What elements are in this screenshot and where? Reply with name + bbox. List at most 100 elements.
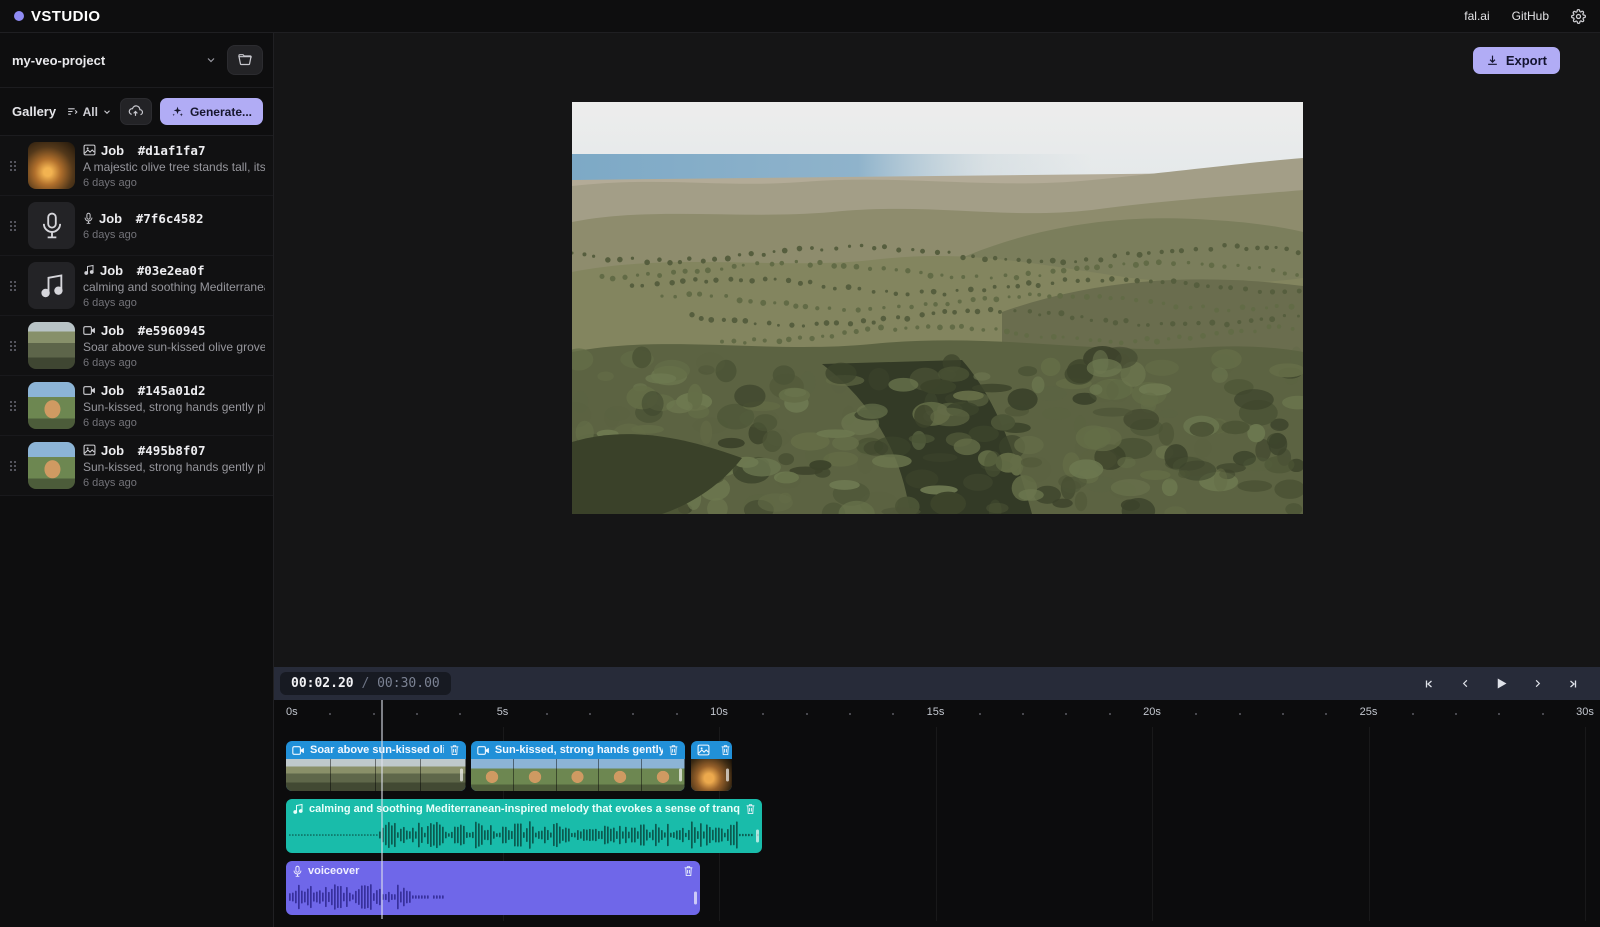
job-id: #d1af1fa7 <box>138 143 206 158</box>
ruler-tick <box>1022 713 1024 715</box>
download-icon <box>1486 54 1499 67</box>
time-display: 00:02.20 / 00:30.00 <box>280 672 451 695</box>
play-button[interactable] <box>1488 673 1514 695</box>
link-fal-ai[interactable]: fal.ai <box>1464 9 1489 23</box>
job-id: #145a01d2 <box>138 383 206 398</box>
filter-icon <box>66 105 79 118</box>
image-icon <box>697 744 710 756</box>
ruler-label: 15s <box>927 706 945 718</box>
ruler-tick <box>373 713 375 715</box>
clip-resize-handle[interactable] <box>460 769 463 782</box>
settings-gear-icon[interactable] <box>1571 9 1586 24</box>
project-selector[interactable]: my-veo-project <box>12 53 105 68</box>
ruler-tick <box>1412 713 1414 715</box>
film-frame <box>286 759 331 791</box>
timeline-tracks: Soar above sun-kissed olive grovesSun-ki… <box>274 727 1600 927</box>
clip-resize-handle[interactable] <box>679 769 682 782</box>
ruler-tick <box>546 713 548 715</box>
playhead[interactable] <box>381 700 383 919</box>
trash-icon[interactable] <box>720 744 731 756</box>
gallery-title: Gallery <box>12 104 56 119</box>
trash-icon[interactable] <box>668 744 679 756</box>
ruler-label: 20s <box>1143 706 1161 718</box>
generate-button[interactable]: Generate... <box>160 98 263 125</box>
job-title: Job #d1af1fa7 <box>83 143 265 158</box>
video-clip[interactable]: A majestic olive tree <box>691 741 732 791</box>
app-logo: VSTUDIO <box>14 8 100 25</box>
open-project-button[interactable] <box>227 45 263 75</box>
ruler-tick <box>676 713 678 715</box>
ruler-label: 5s <box>497 706 509 718</box>
job-list-item[interactable]: Job #7f6c45826 days ago <box>0 196 273 256</box>
export-button[interactable]: Export <box>1473 47 1560 74</box>
job-timestamp: 6 days ago <box>83 417 265 429</box>
cloud-upload-icon <box>128 104 143 119</box>
audio-waveform <box>286 881 700 915</box>
job-list-item[interactable]: Job #03e2ea0f calming and soothing Medite… <box>0 256 273 316</box>
music-icon <box>83 264 95 276</box>
drag-handle-icon[interactable] <box>6 281 20 291</box>
image-icon <box>83 144 96 156</box>
job-list-item[interactable]: Job #145a01d2Sun-kissed, strong hands ge… <box>0 376 273 436</box>
ruler-tick <box>329 713 331 715</box>
step-forward-button[interactable] <box>1524 673 1550 695</box>
trash-icon[interactable] <box>683 865 694 877</box>
clip-resize-handle[interactable] <box>726 769 729 782</box>
trash-icon[interactable] <box>449 744 460 756</box>
job-id: #7f6c4582 <box>136 211 204 226</box>
drag-handle-icon[interactable] <box>6 401 20 411</box>
video-clip[interactable]: Sun-kissed, strong hands gently plucking… <box>471 741 685 791</box>
job-id: #03e2ea0f <box>137 263 205 278</box>
ruler-tick <box>1325 713 1327 715</box>
video-icon <box>83 325 96 336</box>
upload-button[interactable] <box>120 98 152 125</box>
timeline-ruler[interactable]: 0s5s10s15s20s25s30s <box>274 700 1600 727</box>
job-description: calming and soothing Mediterranean-… <box>83 280 265 294</box>
job-list-item[interactable]: Job #d1af1fa7 A majestic olive tree stand… <box>0 136 273 196</box>
gallery-job-list: Job #d1af1fa7 A majestic olive tree stand… <box>0 136 273 496</box>
job-title: Job #7f6c4582 <box>83 211 265 226</box>
skip-to-start-button[interactable] <box>1416 673 1442 695</box>
job-list-item[interactable]: Job #495b8f07Sun-kissed, strong hands ge… <box>0 436 273 496</box>
clip-resize-handle[interactable] <box>756 830 759 843</box>
chevron-down-icon[interactable] <box>205 54 217 66</box>
music-clip[interactable]: calming and soothing Mediterranean-inspi… <box>286 799 762 853</box>
ruler-tick <box>632 713 634 715</box>
step-back-button[interactable] <box>1452 673 1478 695</box>
ruler-label: 25s <box>1360 706 1378 718</box>
ruler-tick <box>1195 713 1197 715</box>
job-thumbnail <box>28 442 75 489</box>
sidebar: my-veo-project Gallery All Generate... <box>0 33 274 927</box>
mic-icon <box>83 212 94 225</box>
video-icon <box>83 385 96 396</box>
timeline-panel: 00:02.20 / 00:30.00 <box>274 667 1600 927</box>
video-clip[interactable]: Soar above sun-kissed olive groves <box>286 741 466 791</box>
job-list-item[interactable]: Job #e5960945Soar above sun-kissed olive… <box>0 316 273 376</box>
ruler-tick <box>892 713 894 715</box>
ruler-tick <box>979 713 981 715</box>
link-github[interactable]: GitHub <box>1512 9 1549 23</box>
logo-dot-icon <box>14 11 24 21</box>
skip-to-end-button[interactable] <box>1560 673 1586 695</box>
voice-clip[interactable]: voiceover <box>286 861 700 915</box>
drag-handle-icon[interactable] <box>6 341 20 351</box>
clip-resize-handle[interactable] <box>694 892 697 905</box>
track-video: Soar above sun-kissed olive grovesSun-ki… <box>274 741 1600 791</box>
job-id: #e5960945 <box>138 323 206 338</box>
job-title: Job #e5960945 <box>83 323 265 338</box>
job-description: A majestic olive tree stands tall, its… <box>83 160 265 174</box>
ruler-tick <box>1109 713 1111 715</box>
gallery-filter-dropdown[interactable]: All <box>66 105 112 119</box>
job-thumbnail <box>28 382 75 429</box>
video-preview[interactable] <box>572 102 1303 514</box>
preview-frame-image <box>572 102 1303 514</box>
drag-handle-icon[interactable] <box>6 161 20 171</box>
film-frame <box>331 759 376 791</box>
drag-handle-icon[interactable] <box>6 461 20 471</box>
job-title: Job #03e2ea0f <box>83 263 265 278</box>
trash-icon[interactable] <box>745 803 756 815</box>
mic-icon <box>292 865 303 878</box>
topbar: VSTUDIO fal.ai GitHub <box>0 0 1600 33</box>
drag-handle-icon[interactable] <box>6 221 20 231</box>
total-time: 00:30.00 <box>377 676 440 691</box>
